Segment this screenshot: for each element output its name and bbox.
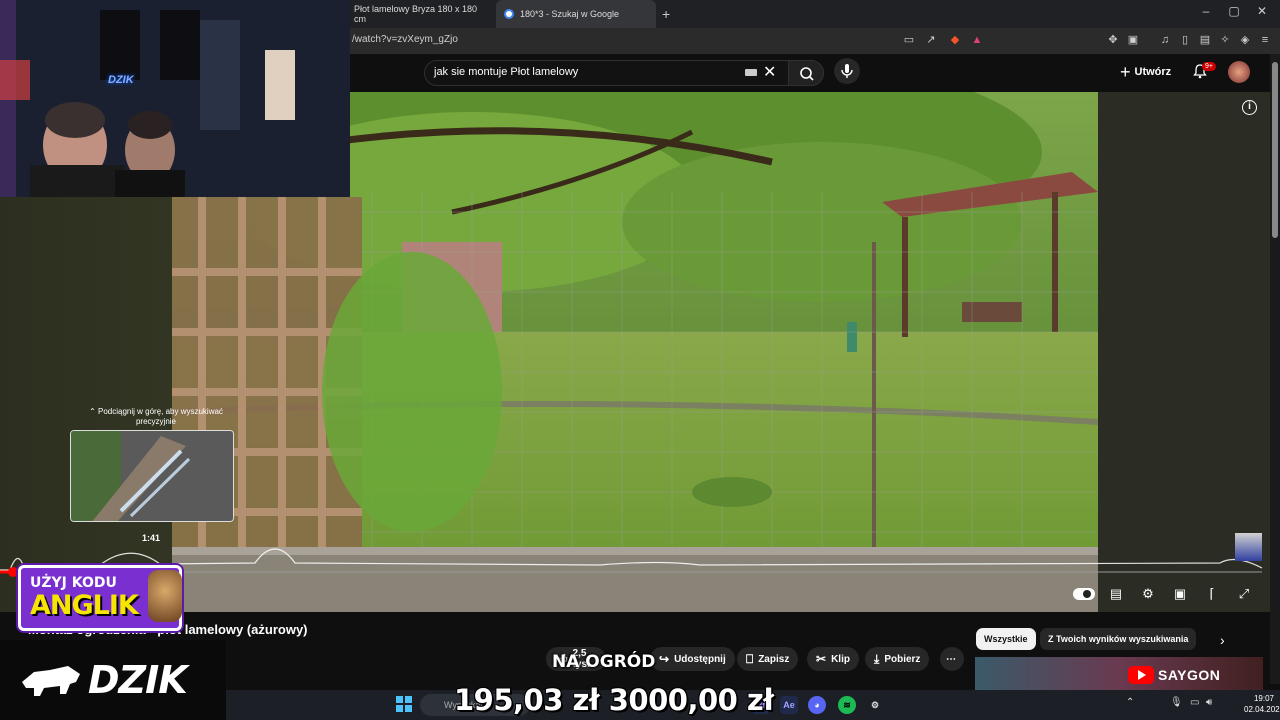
search-icon xyxy=(800,67,814,81)
preview-image xyxy=(71,431,233,521)
search-button[interactable] xyxy=(788,60,824,86)
fullscreen-icon[interactable]: ⤢ xyxy=(1234,584,1254,604)
scrollbar-thumb[interactable] xyxy=(1272,62,1278,238)
bookmark-icon: ⎕ xyxy=(746,651,754,666)
avatar[interactable] xyxy=(1228,61,1250,83)
sponsor-name: SAYGON xyxy=(1158,667,1221,683)
notification-badge: 9+ xyxy=(1202,62,1216,71)
music-icon[interactable]: ♫ xyxy=(1158,33,1172,47)
webcam-neon-logo: DZIK xyxy=(108,74,134,86)
pull-up-hint: ⌃ Podciągnij w górę, aby wyszukiwać prec… xyxy=(89,407,223,426)
scrubber-handle[interactable] xyxy=(8,567,18,577)
share-icon: ↪ xyxy=(659,652,670,666)
progress-bar[interactable] xyxy=(0,530,1270,580)
chip-from-your-search[interactable]: Z Twoich wyników wyszukiwania xyxy=(1040,628,1197,650)
windows-start-icon[interactable] xyxy=(396,696,412,712)
microphone-icon xyxy=(841,64,853,78)
share-page-icon[interactable]: ↗ xyxy=(924,33,938,47)
tab-label: Płot lamelowy Bryza 180 x 180 cm xyxy=(354,4,478,24)
leo-icon[interactable]: ✧ xyxy=(1218,33,1232,47)
most-replayed-graph xyxy=(0,548,1263,571)
chevron-right-icon[interactable]: › xyxy=(1220,632,1225,648)
menu-icon[interactable]: ≡ xyxy=(1258,33,1272,47)
streamer-webcam: DZIK xyxy=(0,0,350,197)
webcam-image xyxy=(0,0,350,197)
sponsor-thumbnail xyxy=(1235,533,1262,561)
clock-time: 19:07 xyxy=(1253,694,1274,703)
tray-chevron-icon[interactable]: ⌃ xyxy=(1126,697,1134,708)
miniplayer-icon[interactable]: ▣ xyxy=(1170,584,1190,604)
promo-line1: UŻYJ KODU xyxy=(30,575,117,591)
youtube-logo-icon xyxy=(1128,666,1154,684)
save-button[interactable]: ⎕ Zapisz xyxy=(737,647,799,671)
taskbar-clock[interactable]: 19:07 02.04.2026 xyxy=(1244,693,1280,715)
url-field[interactable]: /watch?v=zvXeym_gZjo xyxy=(352,34,458,45)
wallet2-icon[interactable]: ▤ xyxy=(1198,33,1212,47)
google-icon xyxy=(504,9,514,19)
chip-all[interactable]: Wszystkie xyxy=(976,628,1036,650)
screen-icon[interactable]: ▭ xyxy=(902,33,916,47)
clock-date: 02.04.2026 xyxy=(1244,705,1280,714)
maximize-button[interactable]: ▢ xyxy=(1224,4,1244,18)
search-input[interactable]: jak sie montuje Płot lamelowy xyxy=(434,66,578,78)
boar-logo-icon xyxy=(22,666,80,696)
sidebar-icon[interactable]: ▯ xyxy=(1178,33,1192,47)
mascot-icon xyxy=(148,570,182,622)
tab-google-search[interactable]: 180*3 - Szukaj w Google xyxy=(496,0,656,28)
brand-logo: DZIK xyxy=(88,658,188,702)
rewards-icon[interactable]: ▲ xyxy=(970,33,984,47)
extensions-icon[interactable]: ✥ xyxy=(1106,33,1120,47)
clear-search-icon[interactable]: ✕ xyxy=(763,62,776,82)
price-overlay: 195,03 zł 3000,00 zł xyxy=(454,683,774,717)
after-effects-icon[interactable]: Ae xyxy=(780,696,798,714)
tab-label: 180*3 - Szukaj w Google xyxy=(520,9,620,19)
scissors-icon: ✂ xyxy=(816,652,827,666)
network-icon[interactable]: ▭ xyxy=(1190,697,1199,708)
share-label: Udostępnij xyxy=(674,653,726,665)
clip-button[interactable]: ✂ Klip xyxy=(807,647,859,671)
scrub-preview-thumbnail xyxy=(70,430,234,522)
download-button[interactable]: ⤓ Pobierz xyxy=(865,647,930,671)
voice-search-button[interactable] xyxy=(834,58,860,84)
download-icon: ⤓ xyxy=(874,651,880,666)
plus-icon: + xyxy=(1120,61,1131,82)
share-button[interactable]: ↪ Udostępnij xyxy=(650,647,735,671)
stream-caption: NA OGRÓD xyxy=(552,652,656,672)
close-window-button[interactable]: ✕ xyxy=(1252,4,1272,18)
vpn-icon[interactable]: ◈ xyxy=(1238,33,1252,47)
clip-label: Klip xyxy=(831,653,850,665)
create-label: Utwórz xyxy=(1134,66,1172,78)
discord-icon[interactable]: ◕ xyxy=(808,696,826,714)
subtitles-icon[interactable]: ▤ xyxy=(1106,584,1126,604)
autoplay-toggle[interactable] xyxy=(1073,588,1095,600)
info-icon[interactable]: i xyxy=(1242,100,1257,115)
spotify-icon[interactable]: ≋ xyxy=(838,696,856,714)
keyboard-icon[interactable] xyxy=(745,69,757,76)
settings-app-icon[interactable]: ⚙ xyxy=(866,696,884,714)
minimize-button[interactable]: – xyxy=(1196,4,1216,18)
download-label: Pobierz xyxy=(884,653,921,665)
new-tab-button[interactable]: + xyxy=(662,6,670,22)
save-label: Zapisz xyxy=(758,653,790,665)
settings-gear-icon[interactable]: ⚙ xyxy=(1138,584,1158,604)
wallet-icon[interactable]: ▣ xyxy=(1126,33,1140,47)
create-button[interactable]: + Utwórz xyxy=(1120,61,1171,83)
volume-icon[interactable]: 🔊︎ xyxy=(1206,697,1212,708)
tab-plot-lamelowy[interactable]: Płot lamelowy Bryza 180 x 180 cm xyxy=(346,0,496,28)
cast-icon[interactable]: ⌈ xyxy=(1202,584,1222,604)
promo-code: ANGLIK xyxy=(30,590,139,621)
brave-shield-icon[interactable]: ◆ xyxy=(948,33,962,47)
more-actions-button[interactable]: ⋯ xyxy=(940,647,964,671)
microphone-tray-icon[interactable]: 🎙︎ xyxy=(1170,697,1183,708)
